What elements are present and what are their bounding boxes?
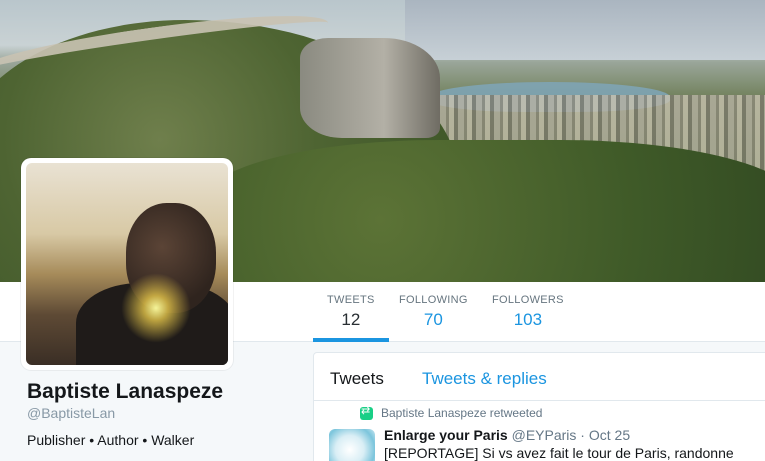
tweet-separator: · (580, 427, 585, 443)
profile-bio: Publisher • Author • Walker (27, 432, 195, 448)
banner-sky (405, 0, 765, 60)
retweet-icon (360, 404, 373, 420)
tweet-date[interactable]: Oct 25 (589, 427, 630, 443)
tweet-author-handle[interactable]: @EYParis (512, 427, 577, 443)
retweet-context-text: Baptiste Lanaspeze retweeted (381, 406, 543, 420)
profile-handle[interactable]: @BaptisteLan (27, 405, 115, 421)
tweet-author-name[interactable]: Enlarge your Paris (384, 427, 508, 443)
avatar-sun-flare (121, 273, 191, 343)
banner-brush (200, 140, 765, 282)
tweet-author-avatar[interactable] (329, 429, 375, 461)
retweet-context: Baptiste Lanaspeze retweeted (360, 404, 543, 420)
tab-tweets-replies[interactable]: Tweets & replies (422, 369, 547, 389)
banner-cliff (300, 38, 440, 138)
stat-tweets[interactable]: TWEETS 12 (313, 294, 389, 342)
stat-tweets-value: 12 (341, 310, 361, 329)
timeline: Tweets Tweets & replies Baptiste Lanaspe… (313, 352, 765, 461)
stat-following-label: FOLLOWING (399, 294, 468, 306)
tweet-header: Enlarge your Paris @EYParis · Oct 25 (384, 427, 630, 443)
stat-tweets-label: TWEETS (327, 294, 375, 306)
stat-followers[interactable]: FOLLOWERS 103 (478, 294, 578, 342)
stat-followers-value: 103 (513, 310, 543, 329)
stat-following-value: 70 (423, 310, 443, 329)
profile-name[interactable]: Baptiste Lanaspeze (27, 380, 223, 404)
tweet-text: [REPORTAGE] Si vs avez fait le tour de P… (384, 445, 734, 461)
avatar-photo (26, 163, 228, 365)
profile-avatar[interactable] (21, 158, 233, 370)
timeline-tabs: Tweets Tweets & replies (314, 353, 765, 401)
stat-followers-label: FOLLOWERS (492, 294, 564, 306)
stat-following[interactable]: FOLLOWING 70 (385, 294, 482, 342)
tab-tweets[interactable]: Tweets (330, 369, 384, 389)
